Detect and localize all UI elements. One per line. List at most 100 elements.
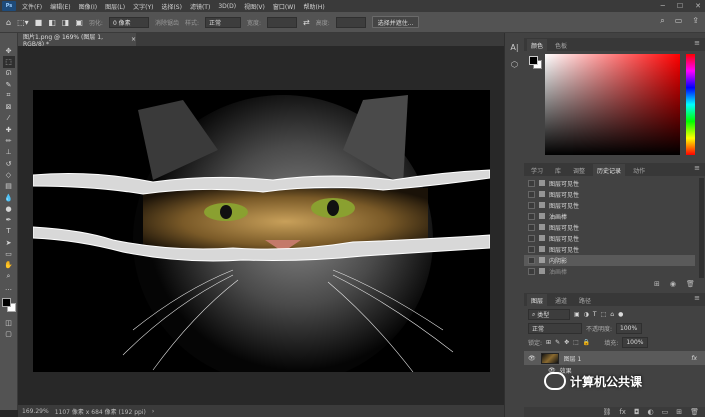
tab-paths[interactable]: 路径 <box>575 294 595 306</box>
lock-move-icon[interactable]: ✥ <box>564 339 569 346</box>
path-select-tool-icon[interactable]: ➤ <box>3 237 15 248</box>
snapshot-camera-icon[interactable]: ◉ <box>670 280 676 288</box>
height-input[interactable] <box>335 16 366 28</box>
tab-history[interactable]: 历史记录 <box>593 164 626 176</box>
more-tools-icon[interactable]: … <box>3 282 15 293</box>
lock-artboard-icon[interactable]: ⬚ <box>573 339 579 346</box>
history-snapshot-box[interactable] <box>528 223 535 231</box>
swap-icon[interactable]: ⇄ <box>303 18 310 27</box>
history-brush-tool-icon[interactable]: ↺ <box>3 158 15 169</box>
layer-filter-select[interactable]: ⌕ 类型 <box>528 309 570 320</box>
menu-view[interactable]: 视图(V) <box>244 2 265 11</box>
tab-learn[interactable]: 学习 <box>527 164 547 176</box>
new-layer-icon[interactable]: ⊞ <box>676 408 682 416</box>
crop-tool-icon[interactable]: ⌗ <box>3 90 15 101</box>
type-tool-icon[interactable]: T <box>3 226 15 237</box>
fill-input[interactable]: 100% <box>622 337 649 348</box>
history-snapshot-box[interactable] <box>528 267 535 275</box>
color-panel-fg-swatch[interactable] <box>529 56 538 65</box>
history-snapshot-box[interactable] <box>528 201 535 209</box>
home-icon[interactable]: ⌂ <box>6 18 11 27</box>
screen-mode-icon[interactable]: ▢ <box>3 329 15 340</box>
history-snapshot-box[interactable] <box>528 256 535 264</box>
history-item[interactable]: 图层可见性 <box>524 222 695 233</box>
minimize-icon[interactable]: ─ <box>661 2 665 10</box>
width-input[interactable] <box>267 16 298 28</box>
menu-layer[interactable]: 图层(L) <box>105 2 125 11</box>
quick-mask-icon[interactable]: ◫ <box>3 318 15 329</box>
opacity-input[interactable]: 100% <box>616 323 643 334</box>
dodge-tool-icon[interactable]: ● <box>3 203 15 214</box>
filter-toggle-icon[interactable]: ● <box>618 311 623 318</box>
color-panel-menu-icon[interactable]: ≡ <box>694 39 700 47</box>
history-item[interactable]: 图层可见性 <box>524 233 695 244</box>
add-style-icon[interactable]: fx <box>619 408 626 416</box>
layers-panel-menu-icon[interactable]: ≡ <box>694 294 700 302</box>
hand-tool-icon[interactable]: ✋ <box>3 260 15 271</box>
link-layers-icon[interactable]: ⛓ <box>602 408 611 416</box>
menu-help[interactable]: 帮助(H) <box>304 2 325 11</box>
history-item[interactable]: 油画棒 <box>524 211 695 222</box>
adjustment-layer-icon[interactable]: ◐ <box>648 408 654 416</box>
history-item[interactable]: 图层可见性 <box>524 200 695 211</box>
antialias-checkbox[interactable]: 消除锯齿 <box>155 18 179 27</box>
marquee-preset-icon[interactable]: ⬚▾ <box>17 18 29 27</box>
history-snapshot-box[interactable] <box>528 234 535 242</box>
tab-adjustments[interactable]: 调整 <box>569 164 589 176</box>
filter-smart-icon[interactable]: ⌂ <box>610 311 614 318</box>
close-window-icon[interactable]: ✕ <box>695 2 701 10</box>
filter-type-icon[interactable]: T <box>593 311 597 318</box>
tab-libraries[interactable]: 库 <box>551 164 565 176</box>
rectangle-tool-icon[interactable]: ▭ <box>3 248 15 259</box>
menu-window[interactable]: 窗口(W) <box>273 2 296 11</box>
share-icon[interactable]: ⇪ <box>692 16 699 26</box>
new-selection-icon[interactable]: ■ <box>35 18 43 27</box>
history-snapshot-box[interactable] <box>528 190 535 198</box>
menu-type[interactable]: 文字(Y) <box>133 2 153 11</box>
delete-history-icon[interactable]: 🗑 <box>686 280 695 288</box>
menu-filter[interactable]: 滤镜(T) <box>190 2 210 11</box>
tab-actions[interactable]: 动作 <box>629 164 649 176</box>
tab-swatches[interactable]: 色板 <box>551 39 571 51</box>
visibility-eye-icon[interactable]: 👁 <box>528 355 536 362</box>
search-icon[interactable]: ⌕ <box>660 16 664 26</box>
lock-paint-icon[interactable]: ✎ <box>555 339 560 346</box>
menu-file[interactable]: 文件(F) <box>22 2 42 11</box>
gradient-tool-icon[interactable]: ▤ <box>3 181 15 192</box>
color-picker-field[interactable] <box>545 54 680 155</box>
move-tool-icon[interactable]: ✥ <box>3 45 15 56</box>
eyedropper-tool-icon[interactable]: ⁄ <box>3 113 15 124</box>
character-panel-icon[interactable]: A| <box>510 43 518 52</box>
pen-tool-icon[interactable]: ✒ <box>3 214 15 225</box>
lasso-tool-icon[interactable]: ᘏ <box>3 68 15 79</box>
history-item-selected[interactable]: 内阴影 <box>524 255 695 266</box>
blend-mode-select[interactable]: 正常 <box>528 323 582 334</box>
history-panel-menu-icon[interactable]: ≡ <box>694 164 700 172</box>
filter-adjust-icon[interactable]: ◑ <box>584 311 589 318</box>
marquee-tool-icon[interactable]: ⬚ <box>2 56 15 68</box>
foreground-color-swatch[interactable] <box>1 297 11 307</box>
history-item-dimmed[interactable]: 油画棒 <box>524 266 695 277</box>
history-scrollbar[interactable] <box>699 178 704 278</box>
add-selection-icon[interactable]: ◧ <box>48 18 56 27</box>
menu-image[interactable]: 图像(I) <box>79 2 97 11</box>
maximize-icon[interactable]: ☐ <box>677 2 683 10</box>
hue-slider[interactable] <box>686 54 695 155</box>
style-select[interactable]: 正常 <box>204 16 241 28</box>
blur-tool-icon[interactable]: 💧 <box>3 192 15 203</box>
frame-tool-icon[interactable]: ⊠ <box>3 101 15 112</box>
layer-fx-badge[interactable]: fx <box>691 355 697 362</box>
zoom-tool-icon[interactable]: ⌕ <box>3 271 15 282</box>
tab-layers[interactable]: 图层 <box>527 294 548 306</box>
filter-shape-icon[interactable]: ⬚ <box>601 311 607 318</box>
workspace-icon[interactable]: ▭ <box>675 16 683 26</box>
tab-color[interactable]: 颜色 <box>527 39 548 51</box>
new-group-icon[interactable]: ▭ <box>662 408 669 416</box>
status-arrow-icon[interactable]: › <box>152 408 154 415</box>
history-snapshot-box[interactable] <box>528 179 535 187</box>
delete-layer-icon[interactable]: 🗑 <box>690 408 699 416</box>
add-mask-icon[interactable]: ◘ <box>634 408 640 416</box>
eraser-tool-icon[interactable]: ◇ <box>3 169 15 180</box>
close-tab-icon[interactable]: × <box>131 36 136 43</box>
select-and-mask-button[interactable]: 选择并遮住... <box>371 16 420 28</box>
